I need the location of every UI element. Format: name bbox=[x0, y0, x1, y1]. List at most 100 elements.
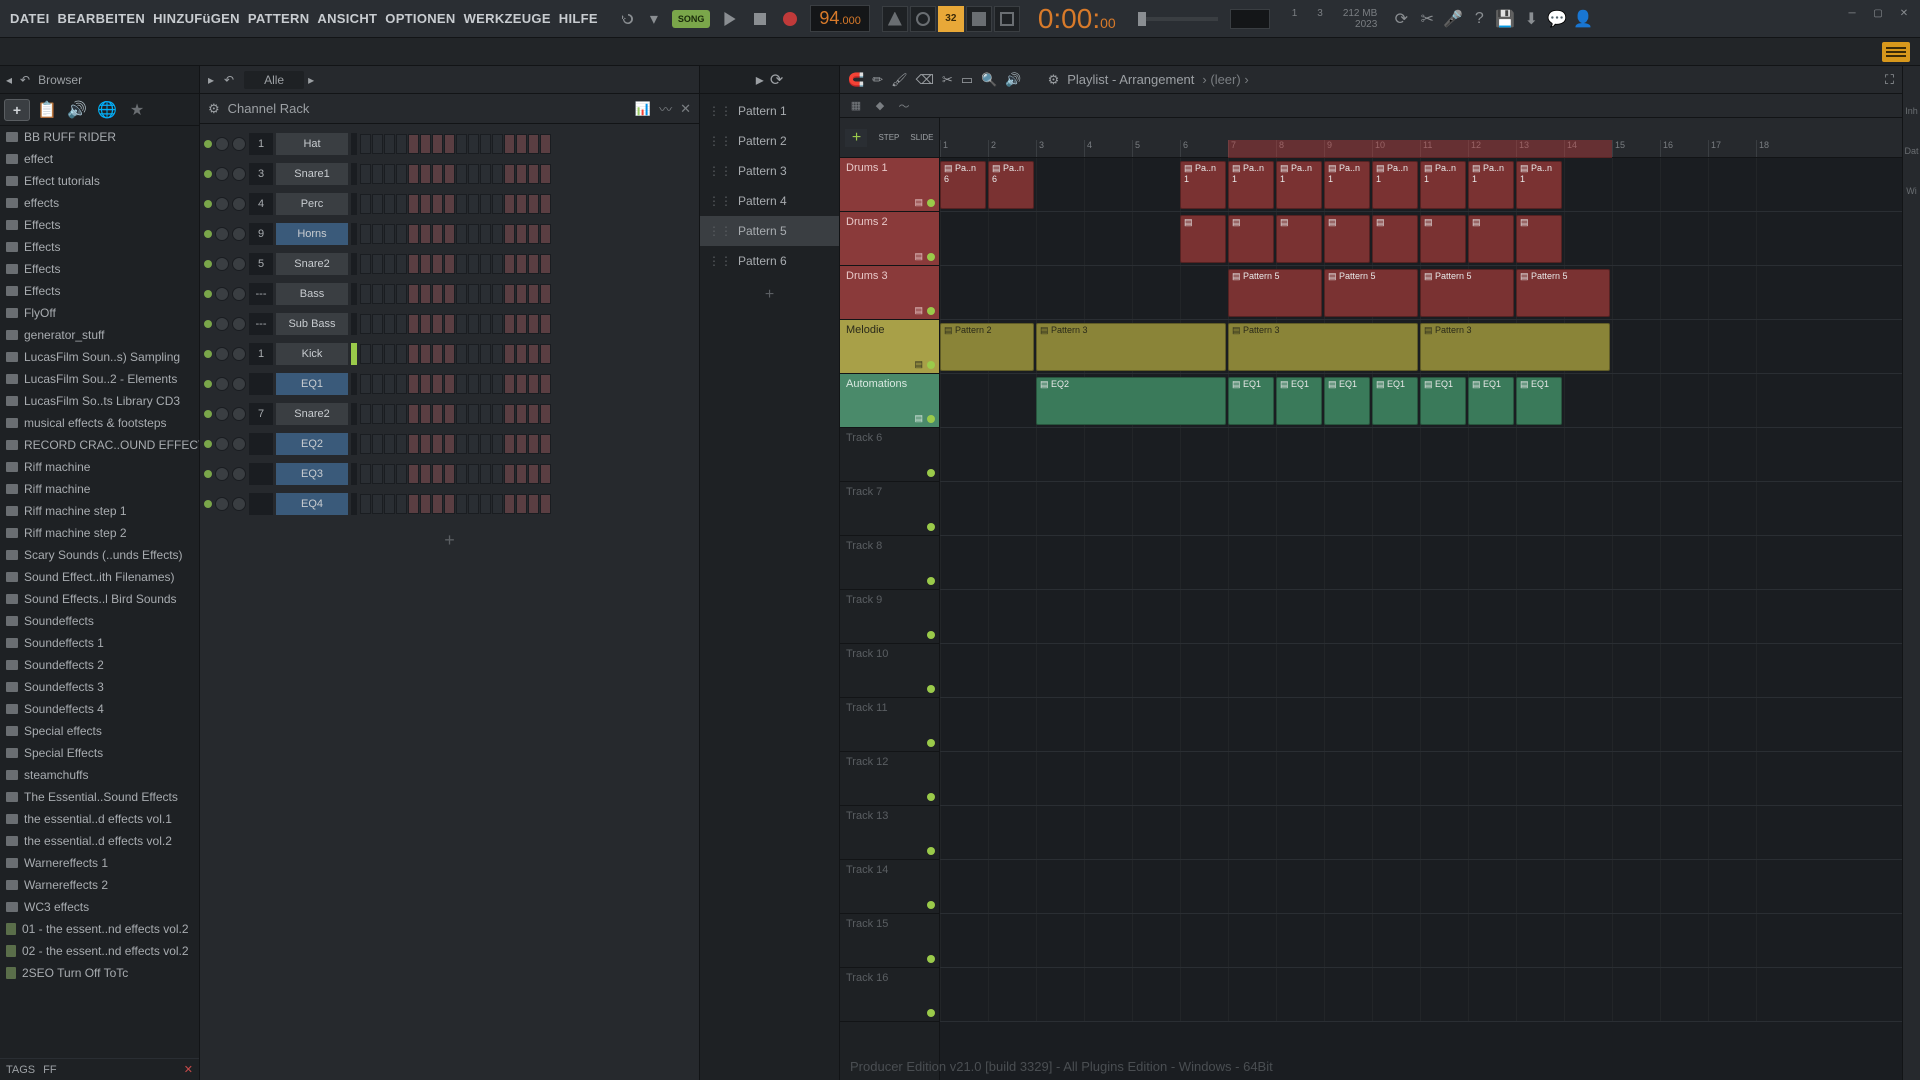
step-cell[interactable] bbox=[492, 224, 503, 244]
track-lane[interactable] bbox=[940, 968, 1902, 1022]
step-cell[interactable] bbox=[504, 254, 515, 274]
pl-snap-icon[interactable]: ▦ bbox=[846, 97, 866, 115]
step-cell[interactable] bbox=[444, 344, 455, 364]
browser-audio-icon[interactable]: 🔊 bbox=[64, 99, 90, 121]
step-cell[interactable] bbox=[528, 464, 539, 484]
pl-erase-icon[interactable]: ⌫ bbox=[916, 72, 934, 88]
track-mute-dot[interactable] bbox=[927, 901, 935, 909]
step-cell[interactable] bbox=[468, 374, 479, 394]
browser-item[interactable]: 2SEO Turn Off ToTc bbox=[0, 962, 199, 984]
channel-name-button[interactable]: Kick bbox=[276, 343, 348, 365]
step-cell[interactable] bbox=[420, 164, 431, 184]
step-cell[interactable] bbox=[444, 404, 455, 424]
track-mute-dot[interactable] bbox=[927, 577, 935, 585]
pl-automation-icon[interactable]: 〜 bbox=[894, 97, 914, 115]
browser-item[interactable]: Soundeffects 1 bbox=[0, 632, 199, 654]
time-display[interactable]: 0:00:00 bbox=[1038, 3, 1116, 35]
clip[interactable]: ▤ bbox=[1372, 215, 1418, 263]
browser-item[interactable]: generator_stuff bbox=[0, 324, 199, 346]
clip[interactable]: ▤ Pa..n 1 bbox=[1468, 161, 1514, 209]
step-cell[interactable] bbox=[384, 494, 395, 514]
step-cell[interactable] bbox=[408, 434, 419, 454]
channel-pan-knob[interactable] bbox=[215, 257, 229, 271]
track-header[interactable]: Track 16 bbox=[840, 968, 939, 1022]
step-cell[interactable] bbox=[420, 314, 431, 334]
step-cell[interactable] bbox=[492, 374, 503, 394]
step-cell[interactable] bbox=[540, 164, 551, 184]
step-cell[interactable] bbox=[540, 134, 551, 154]
channel-vol-knob[interactable] bbox=[232, 257, 246, 271]
step-cell[interactable] bbox=[432, 374, 443, 394]
tags-close-icon[interactable]: ✕ bbox=[184, 1063, 193, 1076]
step-cell[interactable] bbox=[516, 494, 527, 514]
step-cell[interactable] bbox=[384, 314, 395, 334]
step-cell[interactable] bbox=[420, 374, 431, 394]
step-cell[interactable] bbox=[528, 344, 539, 364]
step-cell[interactable] bbox=[504, 464, 515, 484]
step-cell[interactable] bbox=[480, 464, 491, 484]
step-cell[interactable] bbox=[432, 254, 443, 274]
step-cell[interactable] bbox=[396, 374, 407, 394]
browser-item[interactable]: Soundeffects bbox=[0, 610, 199, 632]
right-tab-3[interactable]: Wi bbox=[1906, 186, 1917, 196]
browser-item[interactable]: Soundeffects 3 bbox=[0, 676, 199, 698]
cr-filter-dropdown[interactable]: Alle bbox=[244, 71, 304, 89]
step-cell[interactable] bbox=[408, 224, 419, 244]
channel-select[interactable] bbox=[351, 193, 357, 215]
browser-item[interactable]: Riff machine step 2 bbox=[0, 522, 199, 544]
pl-add-track-button[interactable]: + bbox=[845, 129, 867, 147]
step-cell[interactable] bbox=[468, 464, 479, 484]
channel-mute-led[interactable] bbox=[204, 200, 212, 208]
channel-mixer-num[interactable]: 9 bbox=[249, 223, 273, 245]
browser-item[interactable]: LucasFilm So..ts Library CD3 bbox=[0, 390, 199, 412]
channel-vol-knob[interactable] bbox=[232, 407, 246, 421]
track-mute-dot[interactable] bbox=[927, 685, 935, 693]
step-cell[interactable] bbox=[540, 404, 551, 424]
step-cell[interactable] bbox=[480, 344, 491, 364]
step-cell[interactable] bbox=[432, 194, 443, 214]
browser-item[interactable]: Riff machine step 1 bbox=[0, 500, 199, 522]
step-cell[interactable] bbox=[528, 494, 539, 514]
channel-select[interactable] bbox=[351, 433, 357, 455]
step-cell[interactable] bbox=[456, 194, 467, 214]
step-cell[interactable] bbox=[444, 134, 455, 154]
browser-item[interactable]: musical effects & footsteps bbox=[0, 412, 199, 434]
clip[interactable]: ▤ Pa..n 1 bbox=[1276, 161, 1322, 209]
channel-pan-knob[interactable] bbox=[215, 227, 229, 241]
save-icon[interactable]: 💾 bbox=[1493, 7, 1517, 31]
step-cell[interactable] bbox=[396, 284, 407, 304]
browser-item[interactable]: Effects bbox=[0, 258, 199, 280]
channel-mixer-num[interactable]: --- bbox=[249, 283, 273, 305]
step-cell[interactable] bbox=[372, 374, 383, 394]
track-header[interactable]: Melodie▤ bbox=[840, 320, 939, 374]
pl-magnet-icon[interactable]: 🧲 bbox=[848, 72, 864, 88]
clip[interactable]: ▤ bbox=[1516, 215, 1562, 263]
clip[interactable]: ▤ Pattern 5 bbox=[1420, 269, 1514, 317]
clip[interactable]: ▤ EQ1 bbox=[1324, 377, 1370, 425]
channel-pan-knob[interactable] bbox=[215, 467, 229, 481]
track-lane[interactable]: ▤ Pattern 2▤ Pattern 3▤ Pattern 3▤ Patte… bbox=[940, 320, 1902, 374]
step-cell[interactable] bbox=[360, 194, 371, 214]
step-cell[interactable] bbox=[480, 494, 491, 514]
clip[interactable]: ▤ EQ1 bbox=[1516, 377, 1562, 425]
step-cell[interactable] bbox=[372, 254, 383, 274]
maximize-button[interactable]: ▢ bbox=[1866, 4, 1890, 22]
step-cell[interactable] bbox=[372, 404, 383, 424]
channel-select[interactable] bbox=[351, 163, 357, 185]
tag-item[interactable]: FF bbox=[43, 1064, 56, 1076]
track-lane[interactable] bbox=[940, 482, 1902, 536]
step-cell[interactable] bbox=[540, 434, 551, 454]
track-mute-dot[interactable] bbox=[927, 631, 935, 639]
stop-button[interactable] bbox=[746, 5, 774, 33]
play-button[interactable] bbox=[716, 5, 744, 33]
step-cell[interactable] bbox=[384, 284, 395, 304]
master-volume-slider[interactable] bbox=[1138, 17, 1218, 21]
pl-options-icon[interactable]: ⚙ bbox=[1048, 72, 1060, 88]
step-cell[interactable] bbox=[408, 254, 419, 274]
step-cell[interactable] bbox=[468, 224, 479, 244]
step-cell[interactable] bbox=[420, 494, 431, 514]
channel-mute-led[interactable] bbox=[204, 500, 212, 508]
step-cell[interactable] bbox=[480, 434, 491, 454]
channel-pan-knob[interactable] bbox=[215, 407, 229, 421]
track-header[interactable]: Automations▤ bbox=[840, 374, 939, 428]
